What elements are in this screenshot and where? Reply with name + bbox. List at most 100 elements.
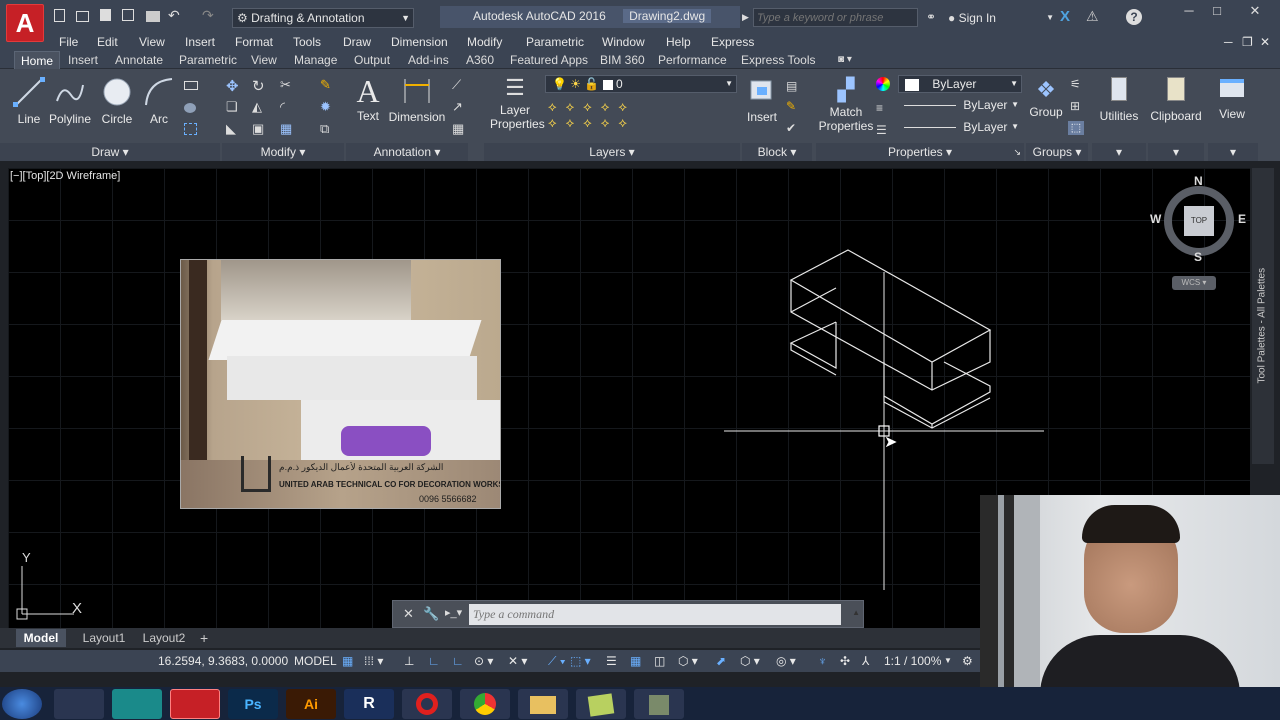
notes-taskbar-icon[interactable] [576, 689, 626, 719]
polyline-tool[interactable]: Polyline [48, 75, 92, 126]
rectangle-icon[interactable] [184, 81, 198, 90]
object-snap-icon[interactable]: ✕ ▾ [508, 650, 527, 672]
annotation-scale-icon[interactable]: ♆ [818, 650, 827, 672]
layer-properties-tool[interactable]: ☰ Layer Properties [490, 73, 545, 139]
group-tool[interactable]: ❖ Group [1028, 75, 1064, 127]
erase-icon[interactable]: ✎ [320, 77, 336, 92]
doc-restore-button[interactable]: ❐ [1242, 34, 1253, 51]
illustrator-taskbar-icon[interactable]: Ai [286, 689, 336, 719]
ribbon-toggle-icon[interactable]: ◙ ▾ [832, 51, 858, 69]
transparency-icon[interactable]: ☰ [606, 650, 617, 672]
doc-minimize-button[interactable]: ─ [1224, 34, 1233, 51]
color-dropdown[interactable]: ByLayer ▼ [898, 75, 1022, 93]
menu-parametric[interactable]: Parametric [526, 34, 584, 51]
tab-home[interactable]: Home [14, 51, 61, 69]
command-history-icon[interactable]: ▲ [852, 608, 860, 617]
leader-icon-2[interactable]: ↗ [452, 99, 468, 114]
annotation-monitor-icon[interactable]: ◫ [654, 650, 665, 672]
dialog-launcher-icon[interactable]: ↘ [1013, 143, 1021, 161]
polar-icon[interactable]: ∟ [428, 650, 440, 672]
rotate-icon[interactable]: ↻ [252, 77, 268, 95]
tab-manage[interactable]: Manage [288, 51, 343, 69]
tab-model[interactable]: Model [16, 629, 66, 647]
region-icon[interactable] [184, 123, 197, 135]
menu-tools[interactable]: Tools [293, 34, 321, 51]
lineweight-toggle-icon[interactable]: ⟋ ▾ [548, 650, 566, 672]
trim-icon[interactable]: ✂ [280, 77, 296, 92]
edit-attributes-icon[interactable]: ✔ [786, 121, 802, 135]
chrome-taskbar-icon[interactable] [460, 689, 510, 719]
leader-icon[interactable]: ⟋ [452, 77, 468, 92]
doc-close-button[interactable]: ✕ [1260, 34, 1270, 51]
menu-format[interactable]: Format [235, 34, 273, 51]
save-icon[interactable] [100, 9, 111, 21]
view-panel-title[interactable]: ▾ [1208, 143, 1258, 161]
tab-featured-apps[interactable]: Featured Apps [504, 51, 594, 69]
compass-south[interactable]: S [1194, 250, 1202, 264]
scale-icon[interactable]: ▣ [252, 121, 268, 136]
tab-output[interactable]: Output [348, 51, 396, 69]
edit-block-icon[interactable]: ✎ [786, 99, 802, 113]
viewcube-top-face[interactable]: TOP [1184, 206, 1214, 236]
app-logo-button[interactable]: A [6, 4, 44, 42]
hatch-icon[interactable] [184, 103, 196, 113]
search-input[interactable] [753, 8, 918, 27]
layer-dropdown[interactable]: 💡 ☀ 🔓 0 ▼ [545, 75, 737, 93]
annotation-visibility-icon[interactable]: ✣ [840, 650, 850, 672]
start-button[interactable] [2, 689, 42, 719]
tab-add-ins[interactable]: Add-ins [402, 51, 455, 69]
modify-panel-title[interactable]: Modify ▾ [222, 143, 344, 161]
menu-window[interactable]: Window [602, 34, 645, 51]
workspace-gear-icon[interactable]: ⚙ [962, 650, 973, 672]
help-icon[interactable]: ? [1126, 9, 1142, 25]
calculator-taskbar-icon[interactable] [54, 689, 104, 719]
photoshop-taskbar-icon[interactable]: Ps [228, 689, 278, 719]
search-expand-icon[interactable]: ▶ [742, 9, 752, 25]
tab-a360[interactable]: A360 [460, 51, 500, 69]
tab-insert[interactable]: Insert [62, 51, 104, 69]
revit-taskbar-icon[interactable]: R [344, 689, 394, 719]
selection-cycling-icon[interactable]: ▦ [630, 650, 641, 672]
isolate-objects-icon[interactable]: ◎ ▾ [776, 650, 796, 672]
draw-panel-title[interactable]: Draw ▾ [0, 143, 220, 161]
insert-block-tool[interactable]: Insert [744, 75, 780, 127]
properties-panel-title[interactable]: Properties ▾ ↘ [816, 143, 1024, 161]
dimension-tool[interactable]: Dimension [388, 73, 446, 125]
array-icon[interactable]: ▦ [280, 121, 296, 136]
menu-modify[interactable]: Modify [467, 34, 502, 51]
clipboard-panel-title[interactable]: ▾ [1148, 143, 1204, 161]
move-icon[interactable]: ✥ [226, 77, 242, 95]
chevron-down-icon[interactable]: ▼ [944, 650, 952, 672]
viewport-controls[interactable]: [−][Top][2D Wireframe] [10, 170, 120, 182]
maya-taskbar-icon[interactable] [112, 689, 162, 719]
text-tool[interactable]: A Text [350, 73, 386, 125]
open-icon[interactable] [76, 11, 89, 22]
menu-view[interactable]: View [139, 34, 165, 51]
ortho-icon[interactable]: ⊥ [404, 650, 414, 672]
create-block-icon[interactable]: ▤ [786, 79, 802, 93]
exchange-apps-icon[interactable]: X [1060, 8, 1076, 26]
arc-tool[interactable]: Arc [142, 75, 176, 126]
minimize-button[interactable]: ─ [1175, 2, 1203, 20]
group-select-icon[interactable]: ⬚ [1068, 121, 1084, 135]
explode-icon[interactable]: ✹ [320, 99, 336, 114]
annotation-scale-value[interactable]: 1:1 / 100% [884, 650, 941, 672]
grid-icon[interactable]: ▦ [342, 650, 353, 672]
command-prompt-icon[interactable]: ▸_▾ [445, 606, 462, 619]
layers-panel-title[interactable]: Layers ▾ [484, 143, 740, 161]
auto-scale-icon[interactable]: ⅄ [862, 650, 869, 672]
compass-east[interactable]: E [1238, 212, 1246, 226]
recorder-taskbar-icon[interactable] [634, 689, 684, 719]
wrench-icon[interactable]: 🔧 [423, 606, 439, 622]
menu-dimension[interactable]: Dimension [391, 34, 448, 51]
circle-tool[interactable]: Circle [98, 75, 136, 126]
stretch-icon[interactable]: ◣ [226, 121, 242, 136]
opera-taskbar-icon[interactable] [402, 689, 452, 719]
tab-performance[interactable]: Performance [652, 51, 733, 69]
isodraft-icon[interactable]: ∟ [452, 650, 464, 672]
annotation-panel-title[interactable]: Annotation ▾ [346, 143, 468, 161]
add-layout-icon[interactable]: + [200, 629, 218, 647]
tab-express-tools[interactable]: Express Tools [735, 51, 821, 69]
clipboard-tool[interactable]: Clipboard [1148, 75, 1204, 127]
mirror-icon[interactable]: ◭ [252, 99, 268, 114]
